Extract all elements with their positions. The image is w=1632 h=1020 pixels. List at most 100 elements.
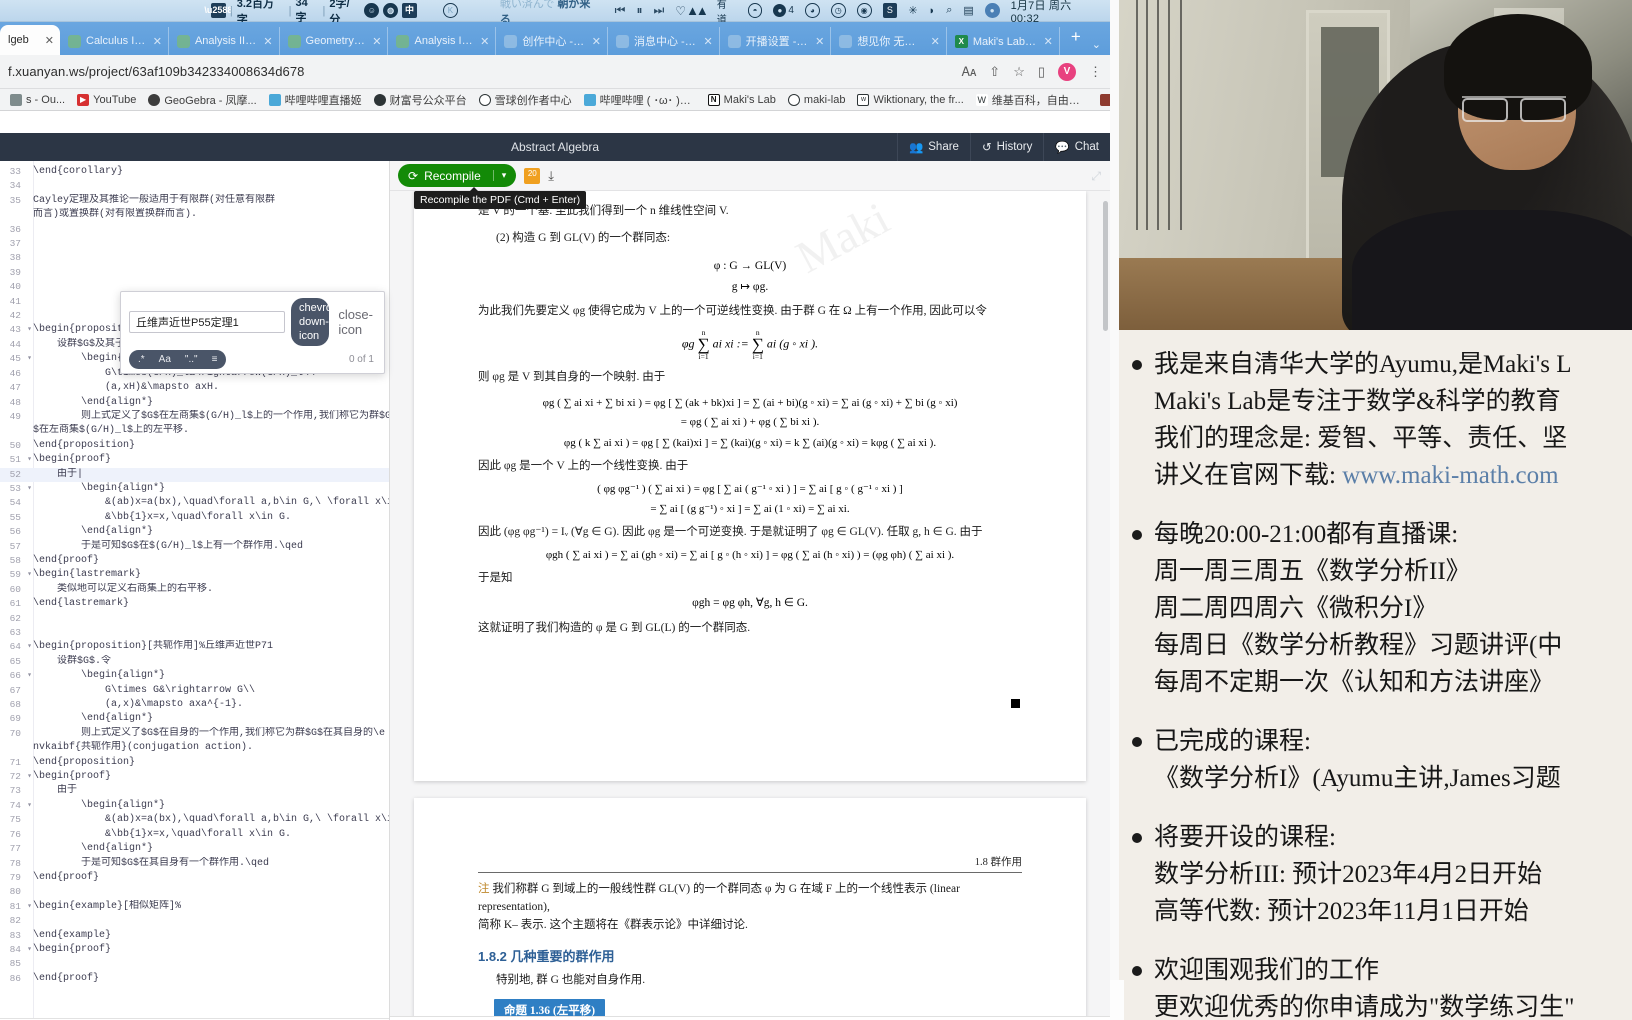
editor-line[interactable]: 67 G\times G&\rightarrow G\\ xyxy=(0,684,389,698)
history-button[interactable]: ↺ History xyxy=(969,133,1043,161)
editor-line[interactable]: 56 \end{align*} xyxy=(0,525,389,539)
editor-line[interactable]: 55 &\bb{1}x=x,\quad\forall x\in G. xyxy=(0,511,389,525)
share-button[interactable]: 👥 Share xyxy=(896,133,970,161)
fold-toggle-icon[interactable]: ▾ xyxy=(26,770,33,784)
sogou-icon[interactable]: S xyxy=(882,3,898,18)
editor-line[interactable]: 34 xyxy=(0,179,389,193)
language-badge-icon[interactable]: 中 xyxy=(402,3,417,18)
prev-track-icon[interactable]: ⏮ xyxy=(615,3,626,18)
record-icon[interactable]: ◉ xyxy=(856,3,872,18)
fold-toggle-icon[interactable]: ▾ xyxy=(26,453,33,467)
editor-line[interactable]: 83 \end{example} xyxy=(0,929,389,943)
editor-line[interactable]: 51 ▾ \begin{proof} xyxy=(0,453,389,467)
editor-line[interactable]: 84 ▾ \begin{proof} xyxy=(0,943,389,957)
search-options-pill[interactable]: .* Aa ".." ≡ xyxy=(129,350,227,369)
editor-line[interactable]: 62 xyxy=(0,612,389,626)
fold-toggle-icon[interactable]: ▾ xyxy=(26,799,33,813)
editor-line[interactable]: 82 xyxy=(0,914,389,928)
editor-line[interactable]: 72 ▾ \begin{proof} xyxy=(0,770,389,784)
close-icon[interactable]: ✕ xyxy=(931,35,940,48)
match-case-toggle[interactable]: Aa xyxy=(152,352,178,367)
regex-toggle[interactable]: .* xyxy=(131,352,152,367)
editor-line[interactable]: 48 \end{align*} xyxy=(0,396,389,410)
editor-line[interactable]: 74 ▾ \begin{align*} xyxy=(0,799,389,813)
fold-toggle-icon[interactable]: ▾ xyxy=(26,352,33,366)
close-icon[interactable]: ✕ xyxy=(372,35,381,48)
bookmark-item[interactable]: ▶ YouTube xyxy=(71,93,142,106)
share-icon[interactable]: ⇧ xyxy=(989,64,1000,80)
editor-line[interactable]: 52 由于| xyxy=(0,467,389,482)
close-icon[interactable]: ✕ xyxy=(703,35,712,48)
timer-icon[interactable]: ◷ xyxy=(830,3,846,18)
editor-line[interactable]: 50 \end{proposition} xyxy=(0,439,389,453)
os-clock[interactable]: 1月7日 周六 00:32 xyxy=(1011,0,1102,25)
bookmark-item[interactable]: maki-lab xyxy=(782,93,852,106)
bookmark-item[interactable]: 财富号公众平台 xyxy=(368,92,473,108)
editor-line[interactable]: 80 xyxy=(0,885,389,899)
fold-toggle-icon[interactable]: ▾ xyxy=(26,943,33,957)
editor-line[interactable]: 61 \end{lastremark} xyxy=(0,597,389,611)
whole-word-toggle[interactable]: ".." xyxy=(178,352,205,367)
close-icon[interactable]: ✕ xyxy=(263,35,272,48)
editor-line[interactable]: 36 xyxy=(0,223,389,237)
globe-icon[interactable]: ◕ xyxy=(804,3,820,18)
editor-line[interactable]: 85 xyxy=(0,957,389,971)
chat-button[interactable]: 💬 Chat xyxy=(1043,133,1110,161)
editor-line[interactable]: 57 于是可知$G$在$(G/H)_l$上有一个群作用.\qed xyxy=(0,540,389,554)
browser-tab[interactable]: 开播设置 - 个人 ✕ xyxy=(720,27,832,55)
bookmark-item[interactable]: w Wiktionary, the fr... xyxy=(851,93,969,106)
address-bar-input[interactable]: f.xuanyan.ws/project/63af109b34233400863… xyxy=(6,64,962,79)
editor-line[interactable]: 47 (a,xH)&\mapsto axH. xyxy=(0,381,389,395)
menu-kebab-icon[interactable]: ⋮ xyxy=(1089,64,1102,80)
fold-toggle-icon[interactable]: ▾ xyxy=(26,323,33,337)
browser-tab[interactable]: X Maki's Lab モト ✕ xyxy=(947,27,1060,55)
mountain-icon[interactable]: ▲▲ xyxy=(686,3,709,18)
bookmark-item[interactable]: W 维基百科，自由的... xyxy=(970,92,1094,108)
tab-search-caret-icon[interactable]: ⌄ xyxy=(1092,38,1110,55)
editor-line[interactable]: 而言)或置换群(对有限置换群而言). xyxy=(0,208,389,222)
editor-line[interactable]: 73 由于 xyxy=(0,784,389,798)
editor-line[interactable]: 33 \end{corollary} xyxy=(0,165,389,179)
bookmark-item[interactable]: N Maki's Lab xyxy=(702,93,782,106)
control-center-icon[interactable]: ▤ xyxy=(963,4,973,17)
latex-editor-pane[interactable]: 33 \end{corollary} 34 35 Cayley定理及其推论一般适用于有限… xyxy=(0,161,390,1020)
bookmark-star-icon[interactable]: ☆ xyxy=(1013,64,1025,80)
browser-tab[interactable]: 想见你 无印良品 ✕ xyxy=(831,27,947,55)
bookmark-item[interactable]: 哔哩哔哩 ( ･ω･ )つ... xyxy=(578,92,702,108)
search-nav-pill[interactable]: chevron-down-icon chevron-up-icon xyxy=(291,298,330,346)
editor-line[interactable]: 39 xyxy=(0,266,389,280)
profile-avatar[interactable]: V xyxy=(1058,62,1076,81)
recompile-button[interactable]: ⟳ Recompile ▾ xyxy=(398,164,517,187)
editor-line[interactable]: 78 于是可知$G$在其自身有一个群作用.\qed xyxy=(0,857,389,871)
bookmark-item[interactable]: 溪川萃簿 xyxy=(1094,92,1110,108)
editor-line[interactable]: 66 ▾ \begin{align*} xyxy=(0,669,389,683)
website-link[interactable]: www.maki-math.com xyxy=(1342,462,1558,489)
pdf-vertical-scrollbar[interactable] xyxy=(1103,201,1108,331)
fold-toggle-icon[interactable]: ▾ xyxy=(26,669,33,683)
browser-tab[interactable]: 创作中心 - 哔哩 ✕ xyxy=(496,27,608,55)
browser-tab[interactable]: Geometry - On ✕ xyxy=(280,27,389,55)
editor-line[interactable]: 58 \end{proof} xyxy=(0,554,389,568)
browser-tab[interactable]: 消息中心 - 哔哩 ✕ xyxy=(608,27,720,55)
close-icon[interactable]: ✕ xyxy=(153,35,162,48)
editor-line[interactable]: 54 &(ab)x=a(bx),\quad\forall a,b\in G,\ … xyxy=(0,496,389,510)
wifi-icon[interactable]: ◗ xyxy=(929,5,936,17)
fold-toggle-icon[interactable]: ▾ xyxy=(26,900,33,914)
editor-code-area[interactable]: 33 \end{corollary} 34 35 Cayley定理及其推论一般适用于有限… xyxy=(0,161,389,1018)
mic-icon[interactable]: ◍ xyxy=(383,3,399,18)
editor-line[interactable]: 76 &\bb{1}x=x,\quad\forall x\in G. xyxy=(0,828,389,842)
download-icon[interactable]: ⤓ xyxy=(548,168,554,184)
editor-line[interactable]: 53 ▾ \begin{align*} xyxy=(0,482,389,496)
close-icon[interactable]: ✕ xyxy=(45,34,54,47)
editor-line[interactable]: 77 \end{align*} xyxy=(0,842,389,856)
browser-tab-active[interactable]: lgeb ✕ xyxy=(0,25,60,55)
pause-icon[interactable]: ⏸ xyxy=(636,3,642,18)
editor-line[interactable]: 86 \end{proof} xyxy=(0,972,389,986)
bookmark-item[interactable]: GeoGebra - 凤摩... xyxy=(142,92,262,108)
sidepanel-icon[interactable]: ▯ xyxy=(1038,64,1045,80)
editor-search-popup[interactable]: chevron-down-icon chevron-up-icon close-… xyxy=(120,291,385,374)
editor-line[interactable]: 79 \end{proof} xyxy=(0,871,389,885)
close-icon[interactable]: ✕ xyxy=(592,35,601,48)
editor-line[interactable]: 59 ▾ \begin{lastremark} xyxy=(0,568,389,582)
editor-line[interactable]: 35 Cayley定理及其推论一般适用于有限群(对任意有限群 xyxy=(0,194,389,208)
